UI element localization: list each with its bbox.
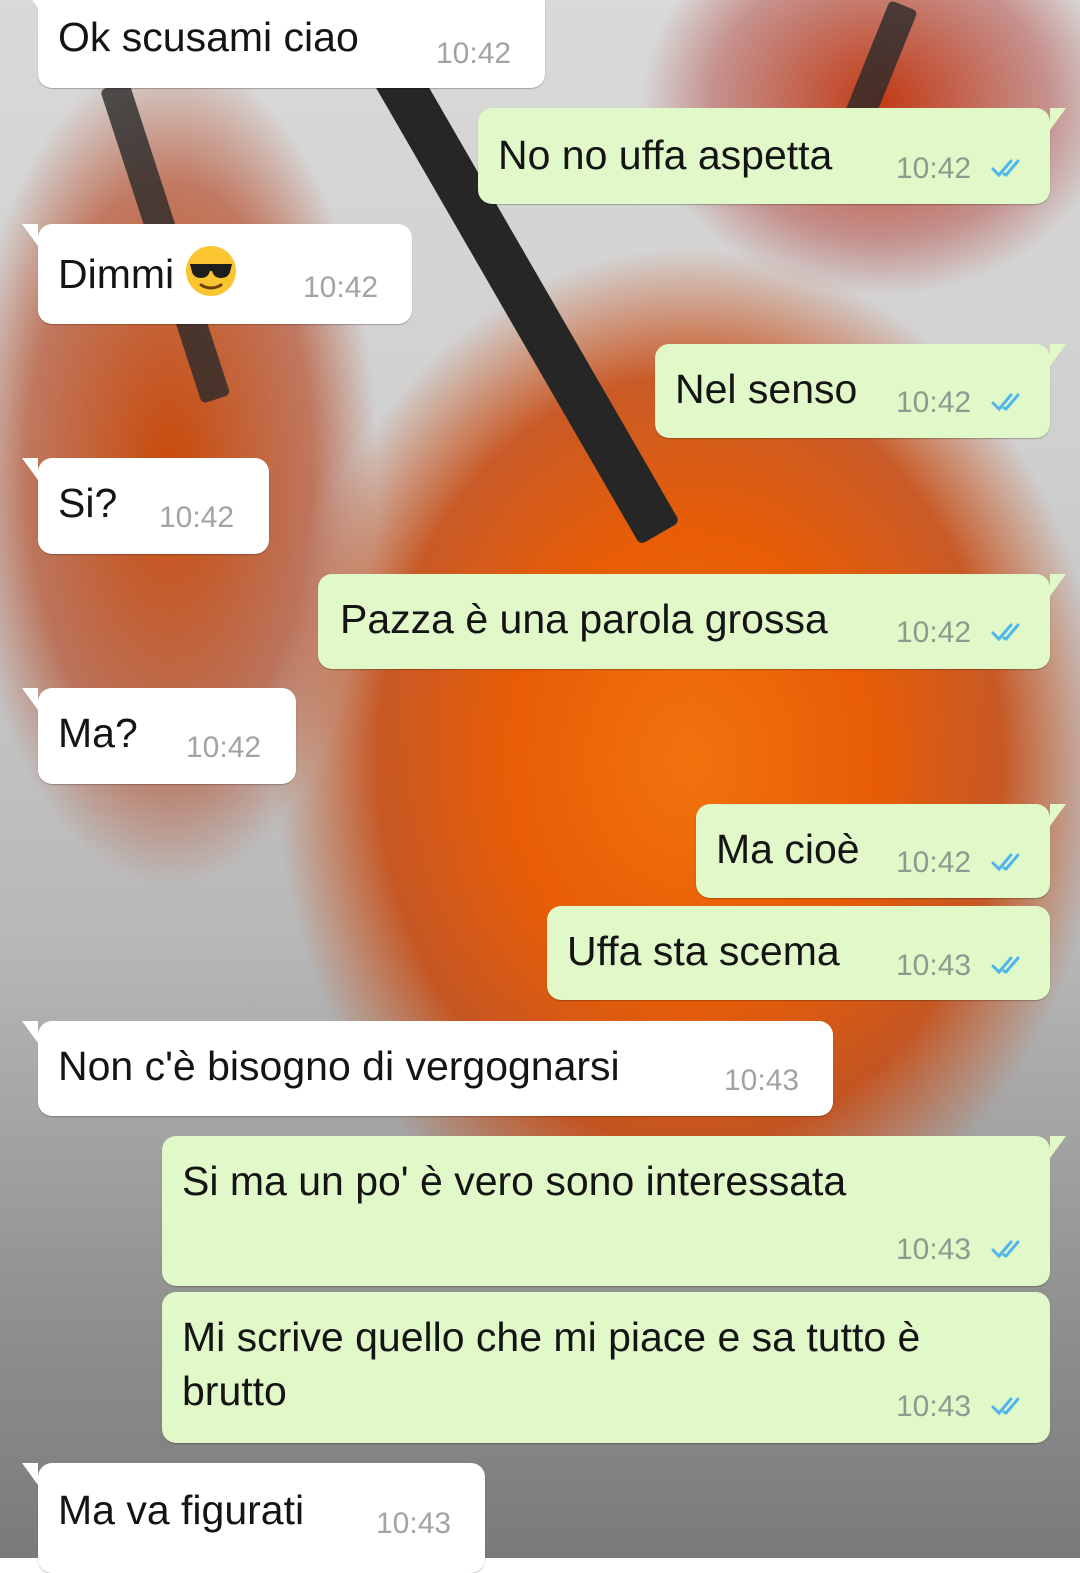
message-text: Pazza è una parola grossa — [340, 596, 828, 642]
message-time: 10:42 — [896, 616, 972, 649]
message-text-content: Dimmi — [58, 251, 175, 297]
outgoing-message-bubble[interactable]: Nel senso 10:42 — [655, 344, 1066, 438]
message-text: No no uffa aspetta — [498, 132, 833, 178]
message-time: 10:43 — [376, 1507, 452, 1540]
message-text: Nel senso — [675, 366, 858, 412]
message-text: Ok scusami ciao — [58, 14, 359, 60]
message-time: 10:42 — [303, 271, 379, 304]
message-list[interactable]: Ok scusami ciao 10:42 No no uffa aspetta… — [0, 0, 1080, 1573]
message-time: 10:42 — [896, 846, 972, 879]
outgoing-message-bubble[interactable]: Uffa sta scema 10:43 — [547, 906, 1050, 1000]
read-receipt-icon — [991, 956, 1020, 975]
message-time: 10:43 — [724, 1064, 800, 1097]
outgoing-message-bubble[interactable]: Si ma un po' è vero sono interessata 10:… — [162, 1136, 1066, 1286]
message-text: Non c'è bisogno di vergognarsi — [58, 1043, 620, 1089]
read-receipt-icon — [991, 853, 1020, 872]
read-receipt-icon — [991, 1397, 1020, 1416]
outgoing-message-bubble[interactable]: Pazza è una parola grossa 10:42 — [318, 574, 1066, 669]
message-time: 10:43 — [896, 949, 972, 982]
outgoing-message-bubble[interactable]: No no uffa aspetta 10:42 — [478, 108, 1066, 204]
incoming-message-bubble[interactable]: Ok scusami ciao 10:42 — [22, 0, 545, 88]
message-time: 10:43 — [896, 1233, 972, 1266]
message-text: Ma? — [58, 710, 138, 756]
incoming-message-bubble[interactable]: Dimmi 10:42 — [22, 224, 412, 324]
read-receipt-icon — [991, 1240, 1020, 1259]
message-text: Dimmi — [58, 244, 238, 301]
read-receipt-icon — [991, 623, 1020, 642]
message-text: Ma cioè — [716, 826, 860, 872]
incoming-message-bubble[interactable]: Non c'è bisogno di vergognarsi 10:43 — [22, 1021, 833, 1116]
incoming-message-bubble[interactable]: Ma? 10:42 — [22, 688, 296, 784]
message-time: 10:42 — [159, 501, 235, 534]
message-text: Si ma un po' è vero sono interessata — [182, 1158, 847, 1204]
outgoing-message-bubble[interactable]: Mi scrive quello che mi piace e sa tutto… — [162, 1292, 1050, 1443]
incoming-message-bubble[interactable]: Si? 10:42 — [22, 458, 269, 554]
message-text: Uffa sta scema — [567, 928, 840, 974]
incoming-message-bubble[interactable]: Ma va figurati 10:43 — [22, 1463, 485, 1573]
read-receipt-icon — [991, 159, 1020, 178]
message-time: 10:42 — [896, 386, 972, 419]
message-text: Ma va figurati — [58, 1487, 305, 1533]
message-time: 10:42 — [436, 37, 512, 70]
message-time: 10:42 — [896, 152, 972, 185]
message-time: 10:42 — [186, 731, 262, 764]
read-receipt-icon — [991, 393, 1020, 412]
sunglasses-face-icon — [186, 246, 237, 296]
message-text: Si? — [58, 480, 118, 526]
outgoing-message-bubble[interactable]: Ma cioè 10:42 — [696, 804, 1066, 898]
message-time: 10:43 — [896, 1390, 972, 1423]
